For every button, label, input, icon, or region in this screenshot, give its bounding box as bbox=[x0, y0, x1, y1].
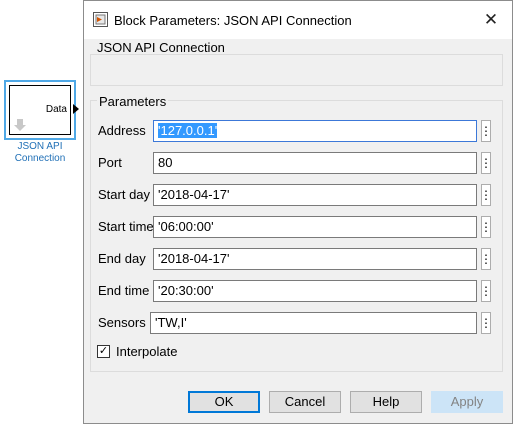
end-time-input[interactable]: '20:30:00' bbox=[153, 280, 477, 302]
sensors-input[interactable]: 'TW,I' bbox=[150, 312, 477, 334]
start-time-label: Start time bbox=[98, 219, 154, 234]
sensors-label: Sensors bbox=[98, 315, 146, 330]
more-options-icon: ⋮ bbox=[480, 251, 492, 266]
end-day-more-button[interactable]: ⋮ bbox=[480, 248, 492, 270]
port-more-button[interactable]: ⋮ bbox=[480, 152, 492, 174]
interpolate-label[interactable]: Interpolate bbox=[116, 344, 177, 359]
sensors-more-button[interactable]: ⋮ bbox=[480, 312, 492, 334]
start-time-input[interactable]: '06:00:00' bbox=[153, 216, 477, 238]
start-day-more-button[interactable]: ⋮ bbox=[480, 184, 492, 206]
more-options-icon: ⋮ bbox=[480, 315, 492, 330]
start-day-input[interactable]: '2018-04-17' bbox=[153, 184, 477, 206]
parameters-label: Parameters bbox=[97, 94, 169, 109]
end-day-input[interactable]: '2018-04-17' bbox=[153, 248, 477, 270]
address-input[interactable]: '127.0.0.1' bbox=[153, 120, 477, 142]
more-options-icon: ⋮ bbox=[480, 219, 492, 234]
end-time-label: End time bbox=[98, 283, 150, 298]
cancel-button[interactable]: Cancel bbox=[269, 391, 341, 413]
block-parameters-dialog: Block Parameters: JSON API Connection ✕ … bbox=[83, 0, 513, 424]
down-arrow-icon bbox=[14, 119, 26, 131]
dialog-title: Block Parameters: JSON API Connection bbox=[114, 13, 352, 28]
block-name-line2: Connection bbox=[14, 153, 66, 164]
end-day-label: End day bbox=[98, 251, 146, 266]
interpolate-checkbox[interactable]: ✓ bbox=[97, 345, 110, 358]
description-group bbox=[90, 54, 503, 86]
port-label: Port bbox=[98, 155, 122, 170]
more-options-icon: ⋮ bbox=[480, 155, 492, 170]
more-options-icon: ⋮ bbox=[480, 283, 492, 298]
more-options-icon: ⋮ bbox=[480, 187, 492, 202]
description-label: JSON API Connection bbox=[97, 40, 225, 55]
address-value: '127.0.0.1' bbox=[158, 123, 218, 138]
title-bar[interactable]: Block Parameters: JSON API Connection ✕ bbox=[84, 1, 512, 39]
simulink-block-icon bbox=[93, 12, 108, 27]
start-time-more-button[interactable]: ⋮ bbox=[480, 216, 492, 238]
address-label: Address bbox=[98, 123, 146, 138]
close-icon: ✕ bbox=[483, 10, 499, 29]
help-button[interactable]: Help bbox=[350, 391, 422, 413]
more-options-icon: ⋮ bbox=[480, 123, 492, 138]
block-name-line1: JSON API bbox=[17, 141, 63, 152]
port-input[interactable]: 80 bbox=[153, 152, 477, 174]
block-name-label[interactable]: JSON API Connection bbox=[0, 141, 80, 165]
close-button[interactable]: ✕ bbox=[470, 1, 512, 39]
apply-button[interactable]: Apply bbox=[431, 391, 503, 413]
ok-button[interactable]: OK bbox=[188, 391, 260, 413]
json-api-block[interactable]: Data bbox=[9, 85, 71, 135]
start-day-label: Start day bbox=[98, 187, 151, 202]
block-port-label: Data bbox=[45, 104, 67, 115]
end-time-more-button[interactable]: ⋮ bbox=[480, 280, 492, 302]
address-more-button[interactable]: ⋮ bbox=[480, 120, 492, 142]
checkbox-checked-icon: ✓ bbox=[98, 345, 109, 357]
port-arrow-icon bbox=[73, 104, 79, 114]
